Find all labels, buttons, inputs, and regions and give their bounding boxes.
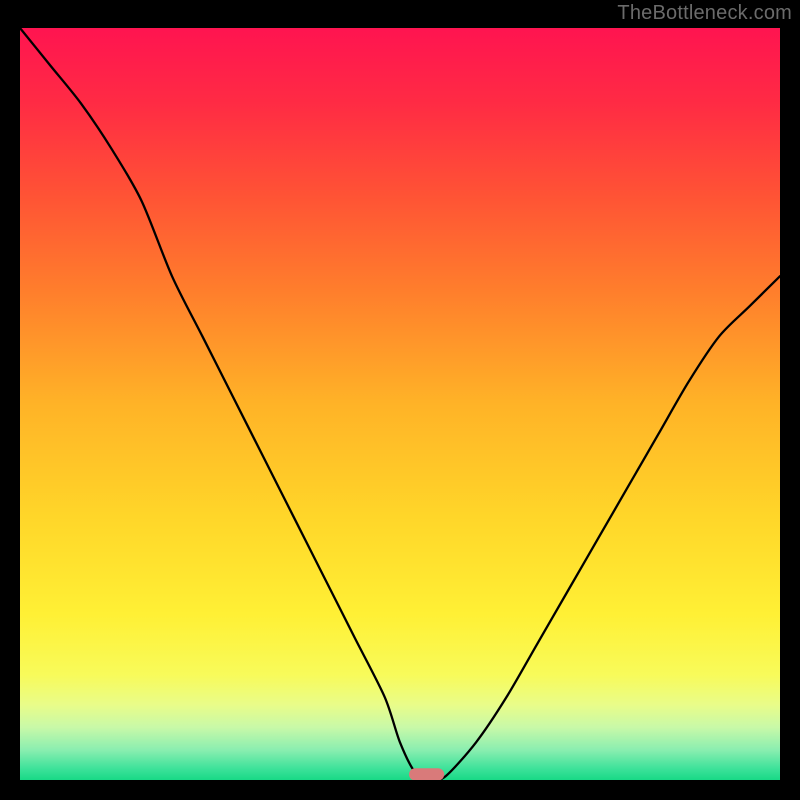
- gradient-background: [20, 28, 780, 780]
- chart-svg: [20, 28, 780, 780]
- watermark-text: TheBottleneck.com: [617, 2, 792, 25]
- plot-area: [20, 28, 780, 780]
- optimal-marker: [410, 769, 444, 780]
- chart-frame: TheBottleneck.com: [0, 0, 800, 800]
